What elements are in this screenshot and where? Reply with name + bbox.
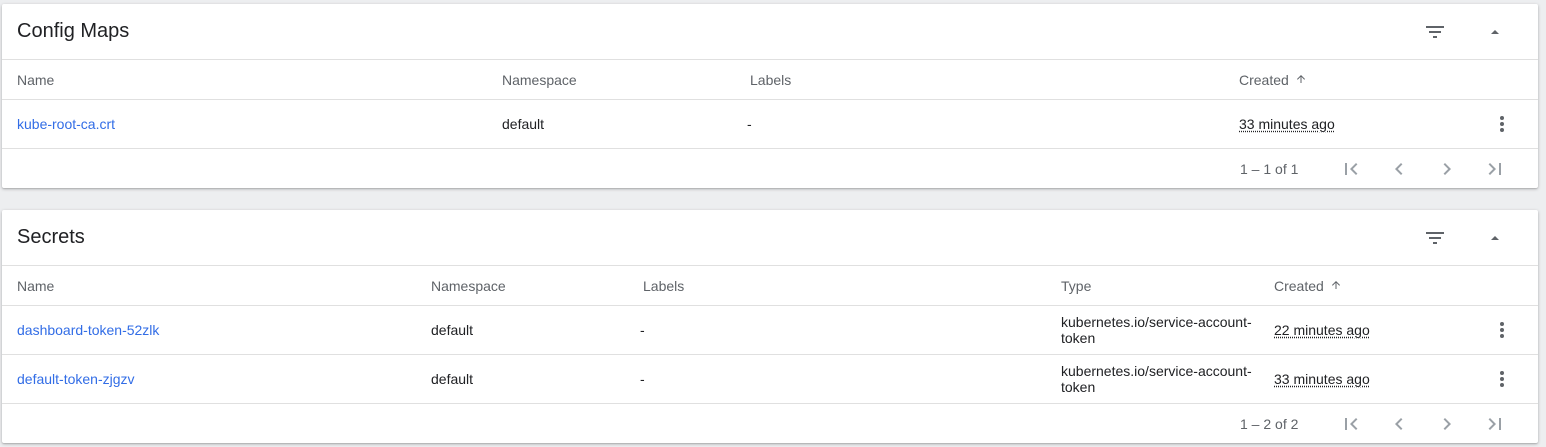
column-header-type[interactable]: Type xyxy=(1061,278,1091,294)
created-cell: 33 minutes ago xyxy=(1274,371,1370,387)
config-maps-card: Config Maps Name Namespace Labels Create… xyxy=(2,4,1538,188)
config-maps-table-header: Name Namespace Labels Created xyxy=(2,60,1538,100)
type-cell: kubernetes.io/service-account-token xyxy=(1061,363,1252,395)
type-cell: kubernetes.io/service-account-token xyxy=(1061,314,1252,346)
expand-less-icon[interactable] xyxy=(1483,20,1507,44)
namespace-cell: default xyxy=(431,371,474,387)
chevron-left-icon[interactable] xyxy=(1387,412,1411,436)
config-maps-header: Config Maps xyxy=(2,4,1538,60)
table-row: default-token-zjgzv default - kubernetes… xyxy=(2,355,1538,404)
page-range-label: 1 – 1 of 1 xyxy=(1240,161,1299,177)
namespace-cell: default xyxy=(502,116,545,132)
column-header-created[interactable]: Created xyxy=(1239,72,1307,88)
arrow-upward-icon xyxy=(1295,72,1307,88)
chevron-right-icon[interactable] xyxy=(1435,157,1459,181)
filter-list-icon[interactable] xyxy=(1423,20,1447,44)
chevron-left-icon[interactable] xyxy=(1387,157,1411,181)
secrets-paginator: 1 – 2 of 2 xyxy=(2,404,1538,443)
column-header-labels: Labels xyxy=(750,72,792,88)
secret-name-link[interactable]: dashboard-token-52zlk xyxy=(17,322,159,338)
expand-less-icon[interactable] xyxy=(1483,226,1507,250)
column-header-created-label: Created xyxy=(1274,278,1324,294)
column-header-name[interactable]: Name xyxy=(17,278,54,294)
column-header-name[interactable]: Name xyxy=(17,72,54,88)
page-range-label: 1 – 2 of 2 xyxy=(1240,416,1299,432)
last-page-icon[interactable] xyxy=(1483,157,1507,181)
created-cell: 33 minutes ago xyxy=(1239,116,1335,132)
column-header-created[interactable]: Created xyxy=(1274,278,1342,294)
secret-name-link[interactable]: default-token-zjgzv xyxy=(17,371,135,387)
table-row: kube-root-ca.crt default - 33 minutes ag… xyxy=(2,100,1538,149)
secrets-card: Secrets Name Namespace Labels Type Creat… xyxy=(2,210,1538,443)
labels-cell: - xyxy=(747,116,752,132)
labels-cell: - xyxy=(640,322,645,338)
column-header-namespace[interactable]: Namespace xyxy=(431,278,506,294)
first-page-icon[interactable] xyxy=(1339,412,1363,436)
column-header-labels: Labels xyxy=(643,278,685,294)
last-page-icon[interactable] xyxy=(1483,412,1507,436)
column-header-namespace[interactable]: Namespace xyxy=(502,72,577,88)
secrets-title: Secrets xyxy=(17,226,85,248)
first-page-icon[interactable] xyxy=(1339,157,1363,181)
table-row: dashboard-token-52zlk default - kubernet… xyxy=(2,306,1538,355)
more-vert-icon[interactable] xyxy=(1490,112,1514,136)
column-header-created-label: Created xyxy=(1239,72,1289,88)
labels-cell: - xyxy=(640,371,645,387)
config-maps-title: Config Maps xyxy=(17,20,130,42)
more-vert-icon[interactable] xyxy=(1490,318,1514,342)
secrets-table-header: Name Namespace Labels Type Created xyxy=(2,266,1538,306)
config-map-name-link[interactable]: kube-root-ca.crt xyxy=(17,116,115,132)
secrets-header: Secrets xyxy=(2,210,1538,266)
filter-list-icon[interactable] xyxy=(1423,226,1447,250)
namespace-cell: default xyxy=(431,322,474,338)
chevron-right-icon[interactable] xyxy=(1435,412,1459,436)
created-cell: 22 minutes ago xyxy=(1274,322,1370,338)
config-maps-paginator: 1 – 1 of 1 xyxy=(2,149,1538,188)
more-vert-icon[interactable] xyxy=(1490,367,1514,391)
arrow-upward-icon xyxy=(1330,278,1342,294)
